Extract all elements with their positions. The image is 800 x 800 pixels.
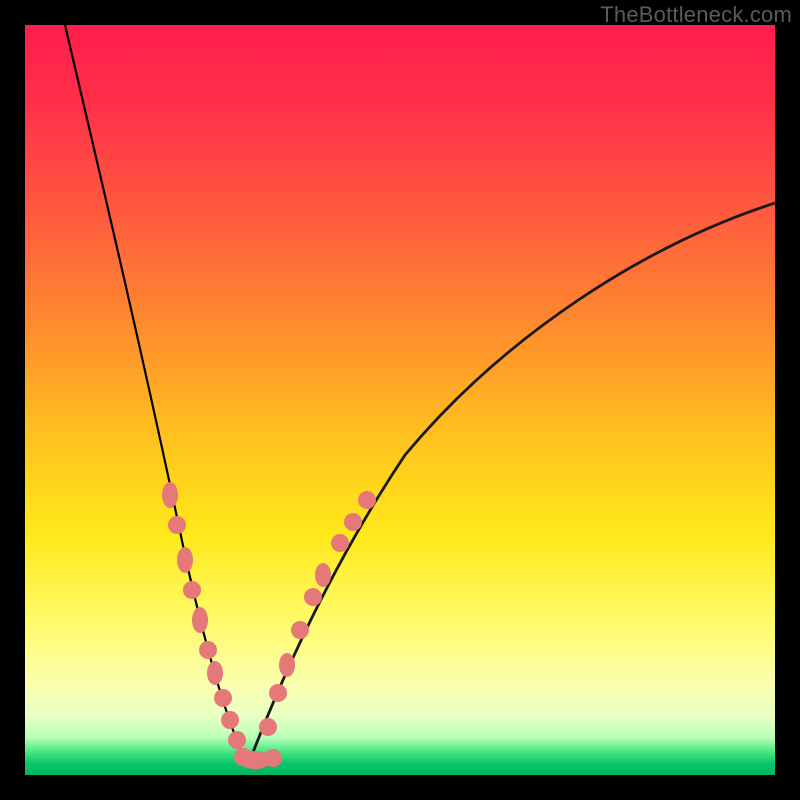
marker-dot	[168, 516, 186, 534]
marker-dot	[177, 547, 193, 573]
marker-dot	[344, 513, 362, 531]
right-curve	[250, 203, 775, 760]
marker-dot	[192, 607, 208, 633]
marker-dot	[264, 749, 282, 767]
marker-dot	[279, 653, 295, 677]
left-curve	[65, 25, 245, 760]
marker-dot	[269, 684, 287, 702]
chart-overlay	[25, 25, 775, 775]
marker-dot	[291, 621, 309, 639]
marker-dot	[183, 581, 201, 599]
marker-dot	[207, 661, 223, 685]
marker-dot	[358, 491, 376, 509]
marker-dot	[221, 711, 239, 729]
marker-dot	[214, 689, 232, 707]
chart-frame: TheBottleneck.com	[0, 0, 800, 800]
marker-dot	[304, 588, 322, 606]
marker-dot	[162, 482, 178, 508]
plot-area	[25, 25, 775, 775]
marker-dot	[199, 641, 217, 659]
marker-dot	[331, 534, 349, 552]
marker-dot	[315, 563, 331, 587]
marker-dot	[228, 731, 246, 749]
marker-dot	[259, 718, 277, 736]
